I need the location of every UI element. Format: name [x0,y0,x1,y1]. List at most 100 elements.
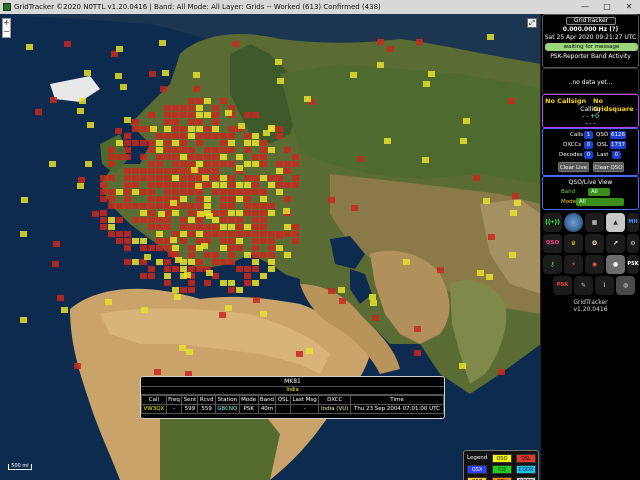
grid-square [188,182,195,188]
grid-square [268,203,275,209]
grid-square [498,369,505,375]
grid-square [132,259,139,265]
grid-square [164,189,171,195]
grid-square [180,238,187,244]
ear-icon[interactable]: ʘ [585,234,604,253]
grid-map-icon[interactable]: ▦ [585,213,604,232]
grid-square [228,140,235,146]
popup-grid-title: MK81 [141,377,444,387]
grid-square [140,217,147,223]
grid-square [120,84,127,90]
mode-select[interactable]: All [576,198,624,206]
gear-icon[interactable]: ⚙ [627,234,639,253]
grid-square [148,266,155,272]
fullscreen-icon[interactable]: ⤢ [527,18,537,28]
trophy-icon[interactable]: ♛ [564,234,583,253]
callsign-label: No Callsign [545,97,587,105]
grid-square [260,273,267,279]
grid-square [422,157,429,163]
clear-live-button[interactable]: Clear Live [558,162,589,172]
col-sent: Sent [181,395,199,405]
clear-qso-button[interactable]: Clear QSO [593,162,624,172]
radio-icon[interactable]: ◉ [585,255,604,274]
grid-square [220,259,227,265]
cell-call[interactable]: VW3QX [141,404,167,414]
grid-square [277,78,284,84]
grid-square [220,140,227,146]
grid-square [180,140,187,146]
grid-square [236,210,243,216]
grid-square [283,208,290,214]
grid-square [172,189,179,195]
call-box: No Callsign No Gridsquare Calling - - +0… [542,94,639,128]
lightning-icon[interactable]: ⚡ [564,255,583,274]
band-select[interactable]: All [588,188,610,196]
grid-square [174,294,181,300]
grid-square [228,238,235,244]
world-icon[interactable]: ◍ [616,276,635,295]
grid-square [268,238,275,244]
grid-square [180,182,187,188]
grid-square [284,147,291,153]
grid-square [116,140,123,146]
grid-square [196,98,203,104]
grid-square [306,348,313,354]
key-icon[interactable]: ⚷ [543,255,562,274]
grid-square [188,287,195,293]
qso-log-icon[interactable]: QSO [543,234,562,253]
chart-icon[interactable]: ↗ [606,234,625,253]
grid-square [172,140,179,146]
grid-square [124,168,131,174]
grid-square [238,123,245,129]
grid-square [244,231,251,237]
grid-square [100,217,107,223]
psk-reporter-icon[interactable]: PSK [553,276,572,295]
minimize-icon[interactable]: — [574,0,596,14]
popup-qso-table: Call Freq Sent Rcvd Station Mode Band QS… [141,395,444,414]
grid-square [260,217,267,223]
grid-square [414,350,421,356]
mountain-icon[interactable]: ▲ [606,213,625,232]
globe-icon[interactable] [564,213,583,232]
map-view[interactable]: + − ⤢ 500 mi MK81 India Call Freq Sent R… [0,14,541,480]
grid-square [186,349,193,355]
maximize-icon[interactable]: □ [596,0,618,14]
grid-square [193,72,200,78]
wifi-icon[interactable]: ((•)) [543,213,562,232]
grid-square [116,238,123,244]
grid-square [148,273,155,279]
grid-square [260,147,267,153]
cell-band: 40m [257,404,277,414]
grid-square [196,189,203,195]
grid-square [236,154,243,160]
grid-square [124,117,131,123]
moon-icon[interactable]: ● [606,255,625,274]
grid-square [148,245,155,251]
grid-square [212,217,219,223]
grid-square [252,259,259,265]
rotor-icon[interactable]: ⌇ [595,276,614,295]
grid-square [204,231,211,237]
dxccs-value: 0 [584,141,593,149]
cell-time: Thu 23 Sep 2004 07:01:00 UTC [350,404,444,414]
zoom-control[interactable]: + − [2,18,11,38]
grid-square [180,175,187,181]
stats-box: Calls 1 QSO 6126 DXCCs 0 QSL 1737 Decode… [542,128,639,176]
grid-square [149,71,156,77]
gridtracker-button[interactable]: GridTracker [566,17,616,25]
qsl-label: QSL [597,142,608,148]
calls-value: 1 [584,131,593,139]
grid-square [87,122,94,128]
zoom-out-button[interactable]: − [3,28,10,37]
grid-square [212,154,219,160]
grid-square [180,287,187,293]
psk-icon[interactable]: PSK [627,255,639,274]
grid-square [170,200,177,206]
grid-square [172,168,179,174]
grid-square [196,119,203,125]
close-icon[interactable]: ✕ [618,0,640,14]
brush-icon[interactable]: ✎ [574,276,593,295]
mh-icon[interactable]: MH [627,213,639,232]
grid-square [140,245,147,251]
grid-square [351,205,358,211]
